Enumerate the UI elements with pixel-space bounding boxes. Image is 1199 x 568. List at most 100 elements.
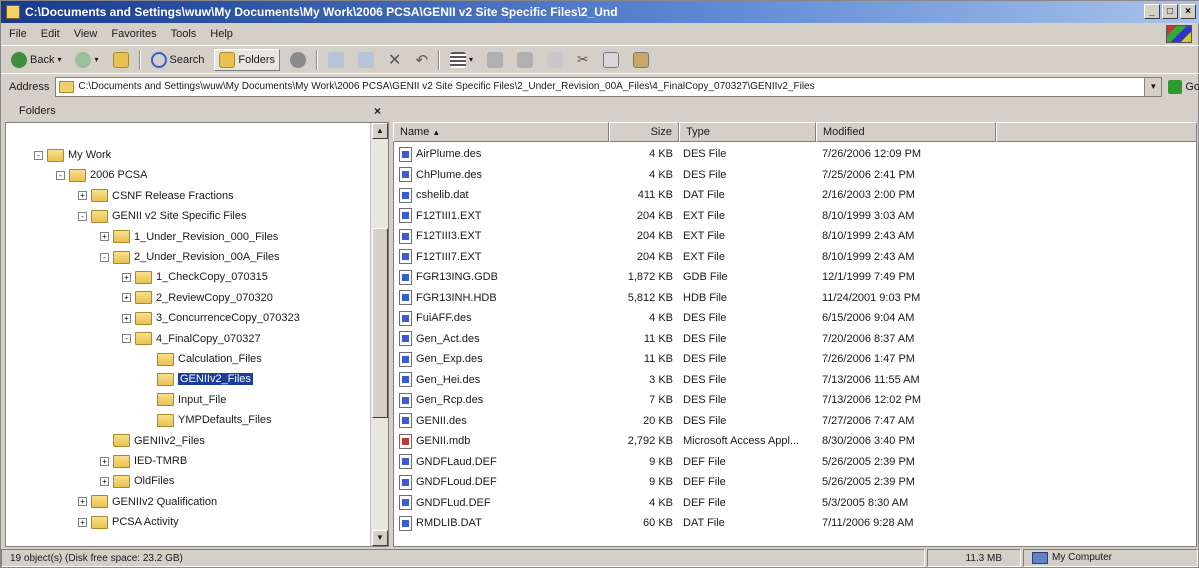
file-row[interactable]: Gen_Hei.des 3 KB DES File 7/13/2006 11:55 A…: [393, 370, 1197, 391]
views-button[interactable]: ▾: [446, 49, 477, 71]
file-row[interactable]: Gen_Rcp.des 7 KB DES File 7/13/2006 12:02 P…: [393, 390, 1197, 411]
collapse-toggle[interactable]: -: [56, 170, 65, 180]
search-button[interactable]: Search: [147, 49, 209, 71]
collapse-toggle[interactable]: -: [122, 334, 131, 344]
paste-button[interactable]: [629, 49, 653, 71]
column-header-type[interactable]: Type: [679, 122, 816, 142]
column-header-size[interactable]: Size: [609, 122, 679, 142]
scroll-down-button[interactable]: ▼: [372, 530, 388, 546]
tree-item[interactable]: YMPDefaults_Files: [144, 410, 272, 430]
minimize-button[interactable]: _: [1144, 4, 1160, 19]
history-button[interactable]: [286, 49, 310, 71]
tree-item[interactable]: +3_ConcurrenceCopy_070323: [122, 308, 300, 328]
file-row[interactable]: GENII.mdb 2,792 KB Microsoft Access Appl..…: [393, 431, 1197, 452]
expand-toggle[interactable]: +: [100, 456, 109, 466]
tree-item[interactable]: + GENIIv2 Qualification: [78, 492, 217, 512]
back-button[interactable]: Back ▾: [7, 49, 65, 71]
tree-item[interactable]: Calculation_Files: [144, 349, 262, 369]
file-row[interactable]: FGR13ING.GDB 1,872 KB GDB File 12/1/1999 7:…: [393, 267, 1197, 288]
tree-item[interactable]: Input_File: [144, 390, 226, 410]
menu-tools[interactable]: Tools: [171, 28, 197, 40]
tree-item[interactable]: - 2006 PCSA: [56, 165, 147, 185]
tree-item[interactable]: GENIIv2_Files: [144, 369, 253, 389]
tree-item[interactable]: - 2_Under_Revision_00A_Files: [100, 247, 280, 267]
folder-icon: [113, 474, 130, 488]
address-dropdown-button[interactable]: ▼: [1144, 77, 1162, 96]
file-row[interactable]: Gen_Exp.des 11 KB DES File 7/26/2006 1:47 P…: [393, 349, 1197, 370]
tree-item[interactable]: + OldFiles: [100, 471, 174, 491]
file-row[interactable]: GNDFLud.DEF 4 KB DEF File 5/3/2005 8:30 AM: [393, 493, 1197, 514]
properties-button[interactable]: [543, 49, 567, 71]
paste-icon: [632, 51, 649, 68]
maximize-button[interactable]: □: [1162, 4, 1178, 19]
delete-button[interactable]: ✕: [384, 49, 405, 71]
scroll-up-button[interactable]: ▲: [372, 123, 388, 139]
tree-item[interactable]: + PCSA Activity: [78, 512, 179, 532]
menu-edit[interactable]: Edit: [41, 28, 60, 40]
column-header-name[interactable]: Name ▲: [393, 122, 609, 142]
expand-toggle[interactable]: +: [100, 476, 109, 486]
file-row[interactable]: GNDFLaud.DEF 9 KB DEF File 5/26/2005 2:39 P…: [393, 452, 1197, 473]
expand-toggle[interactable]: +: [100, 232, 109, 242]
menu-favorites[interactable]: Favorites: [111, 28, 156, 40]
file-row[interactable]: RMDLIB.DAT 60 KB DAT File 7/11/2006 9:28 AM: [393, 513, 1197, 534]
up-folder-button[interactable]: [109, 49, 133, 71]
file-row[interactable]: ChPlume.des 4 KB DES File 7/25/2006 2:41 PM: [393, 165, 1197, 186]
file-row[interactable]: F12TIII3.EXT 204 KB EXT File 8/10/1999 2:43…: [393, 226, 1197, 247]
file-row[interactable]: FuiAFF.des 4 KB DES File 6/15/2006 9:04 AM: [393, 308, 1197, 329]
folders-pane-close-button[interactable]: ×: [374, 104, 381, 118]
cut-button[interactable]: ✂: [573, 49, 593, 71]
close-button[interactable]: ×: [1180, 4, 1196, 19]
collapse-toggle[interactable]: -: [34, 150, 43, 160]
tree-item[interactable]: +1_CheckCopy_070315: [122, 267, 268, 287]
folders-scrollbar[interactable]: ▲ ▼: [370, 123, 388, 546]
tree-item[interactable]: - GENII v2 Site Specific Files: [78, 206, 247, 226]
scroll-thumb[interactable]: [372, 228, 388, 418]
file-name: ChPlume.des: [416, 168, 483, 181]
expand-toggle[interactable]: +: [78, 497, 87, 507]
tree-item[interactable]: - 4_FinalCopy_070327: [122, 329, 261, 349]
tree-item[interactable]: GENIIv2_Files: [100, 431, 205, 451]
folders-button[interactable]: Folders: [214, 48, 281, 71]
tree-item[interactable]: + CSNF Release Fractions: [78, 186, 234, 206]
tree-item-label: 2_ReviewCopy_070320: [156, 291, 273, 304]
forward-button[interactable]: ▾: [71, 49, 102, 71]
file-row[interactable]: Gen_Act.des 11 KB DES File 7/20/2006 8:37 A…: [393, 329, 1197, 350]
tree-item[interactable]: +2_ReviewCopy_070320: [122, 288, 273, 308]
collapse-toggle[interactable]: -: [100, 252, 109, 262]
file-size: 204 KB: [636, 209, 673, 222]
expand-toggle[interactable]: +: [78, 517, 87, 527]
expand-toggle[interactable]: +: [78, 191, 87, 201]
file-type: DES File: [683, 168, 727, 181]
file-row[interactable]: AirPlume.des 4 KB DES File 7/26/2006 12:09 …: [393, 144, 1197, 165]
menu-help[interactable]: Help: [210, 28, 233, 40]
address-input[interactable]: C:\Documents and Settings\wuw\My Documen…: [55, 76, 1163, 97]
file-row[interactable]: F12TIII1.EXT 204 KB EXT File 8/10/1999 3:03…: [393, 206, 1197, 227]
file-row[interactable]: GNDFLoud.DEF 9 KB DEF File 5/26/2005 2:39 P…: [393, 472, 1197, 493]
menu-file[interactable]: File: [9, 28, 27, 40]
copy-to-button[interactable]: [354, 49, 378, 71]
map-drive-button[interactable]: [483, 49, 507, 71]
file-name: GNDFLoud.DEF: [416, 476, 497, 489]
move-to-button[interactable]: [324, 49, 348, 71]
go-button[interactable]: Go: [1168, 79, 1199, 94]
expand-toggle[interactable]: +: [122, 313, 131, 323]
file-name-cell: F12TIII1.EXT: [393, 208, 609, 224]
column-header-modified[interactable]: Modified: [816, 122, 996, 142]
title-bar[interactable]: C:\Documents and Settings\wuw\My Documen…: [1, 1, 1199, 23]
file-size: 5,812 KB: [627, 291, 673, 304]
expand-toggle[interactable]: +: [122, 272, 131, 282]
file-row[interactable]: F12TIII7.EXT 204 KB EXT File 8/10/1999 2:43…: [393, 247, 1197, 268]
tree-item[interactable]: - My Work: [34, 145, 111, 165]
expand-toggle[interactable]: +: [122, 293, 131, 303]
menu-view[interactable]: View: [74, 28, 98, 40]
file-row[interactable]: cshelib.dat 411 KB DAT File 2/16/2003 2:00 …: [393, 185, 1197, 206]
copy-button[interactable]: [599, 49, 623, 71]
undo-button[interactable]: ↶: [411, 49, 432, 71]
file-row[interactable]: FGR13INH.HDB 5,812 KB HDB File 11/24/2001 9…: [393, 288, 1197, 309]
file-row[interactable]: GENII.des 20 KB DES File 7/27/2006 7:47 AM: [393, 411, 1197, 432]
collapse-toggle[interactable]: -: [78, 211, 87, 221]
tree-item[interactable]: +1_Under_Revision_000_Files: [100, 227, 278, 247]
disconnect-button[interactable]: [513, 49, 537, 71]
tree-item[interactable]: + IED-TMRB: [100, 451, 187, 471]
